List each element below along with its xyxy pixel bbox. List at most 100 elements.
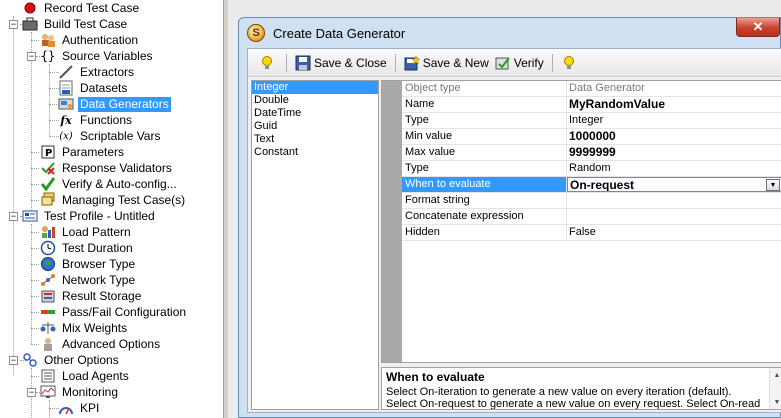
create-data-generator-dialog: S Create Data Generator ✕ Save & Close S… [238,17,781,418]
collapse-other-options-icon[interactable]: − [9,356,18,365]
tree-item-kpi[interactable]: KPI [58,400,101,416]
property-name: Name [402,97,567,112]
list-item-integer[interactable]: Integer [252,81,378,94]
svg-text:P: P [45,148,52,159]
dialog-client-area: Save & Close Save & New Verify Integer D… [247,48,781,413]
tree-item-parameters[interactable]: P Parameters [40,144,126,160]
generator-icon [58,96,74,112]
property-row-max-value[interactable]: Max value 9999999 [402,145,781,161]
lightbulb-icon [259,55,275,71]
property-row-type[interactable]: Type Integer [402,113,781,129]
property-name: Type [402,113,567,128]
verify-label: Verify [513,55,544,70]
tree-item-managing-test-cases[interactable]: Managing Test Case(s) [40,192,187,208]
tree-item-functions[interactable]: fx Functions [58,112,134,128]
tree-item-advanced-options[interactable]: Advanced Options [40,336,162,352]
scroll-down-icon[interactable]: ▼ [770,395,781,409]
toolbar-separator [394,53,396,72]
property-row-hidden[interactable]: Hidden False [402,225,781,241]
tree-item-verify-auto-config[interactable]: Verify & Auto-config... [40,176,179,192]
tree-item-network-type[interactable]: Network Type [40,272,137,288]
min-value-field[interactable]: 1000000 [567,129,781,144]
agents-icon [40,368,56,384]
dropdown-arrow-icon[interactable]: ▼ [766,179,780,191]
users-icon [40,32,56,48]
save-new-icon [404,54,420,71]
tree-item-scriptable-vars[interactable]: (x) Scriptable Vars [58,128,162,144]
help-tip-button[interactable] [256,52,281,74]
list-item-double[interactable]: Double [252,94,378,107]
verify-button[interactable]: Verify [492,52,547,74]
chart-icon [40,224,56,240]
generator-type-list[interactable]: Integer Double DateTime Guid Text Consta… [251,80,379,410]
list-item-guid[interactable]: Guid [252,120,378,133]
concatenate-expression-field[interactable] [567,209,781,224]
description-title: When to evaluate [386,370,485,384]
collapse-source-variables-icon[interactable]: − [27,52,36,61]
profile-icon [22,208,38,224]
property-name: Format string [402,193,567,208]
random-type-value-field[interactable]: Random [567,161,781,176]
close-button[interactable]: ✕ [736,18,780,37]
tree-item-mix-weights[interactable]: Mix Weights [40,320,129,336]
tree-item-load-agents[interactable]: Load Agents [40,368,131,384]
tree-item-datasets[interactable]: Datasets [58,80,129,96]
property-row-random-type[interactable]: Type Random [402,161,781,177]
tree-item-pass-fail-configuration[interactable]: Pass/Fail Configuration [40,304,188,320]
navigation-tree: − − − − − Record Test Case Build Test Ca… [0,0,223,418]
tree-item-other-options[interactable]: Other Options [22,352,121,368]
max-value-field[interactable]: 9999999 [567,145,781,160]
tree-item-result-storage[interactable]: Result Storage [40,288,143,304]
network-icon [40,272,56,288]
type-value-field[interactable]: Integer [567,113,781,128]
when-to-evaluate-selected: On-request [570,178,635,192]
format-string-field[interactable] [567,193,781,208]
tree-item-test-duration[interactable]: Test Duration [40,240,135,256]
collapse-test-profile-icon[interactable]: − [9,212,18,221]
when-to-evaluate-dropdown[interactable]: On-request ▼ [567,177,781,192]
storage-icon [40,288,56,304]
property-name: Hidden [402,225,567,240]
property-row-min-value[interactable]: Min value 1000000 [402,129,781,145]
save-icon [295,55,311,71]
list-item-datetime[interactable]: DateTime [252,107,378,120]
hidden-value-field[interactable]: False [567,225,781,240]
dialog-titlebar[interactable]: S Create Data Generator [239,18,780,48]
checkmark-icon [40,176,56,192]
tree-item-authentication[interactable]: Authentication [40,32,140,48]
description-scrollbar[interactable]: ▲ ▼ [769,368,781,409]
tree-item-data-generators[interactable]: Data Generators [58,96,171,112]
clock-icon [40,240,56,256]
save-new-button[interactable]: Save & New [401,52,492,74]
description-text: Select On-iteration to generate a new va… [386,386,761,410]
tree-item-browser-type[interactable]: Browser Type [40,256,137,272]
braces-icon: {} [40,49,56,63]
tree-item-record-test-case[interactable]: Record Test Case [22,0,141,16]
function-icon: fx [60,113,72,127]
tree-item-build-test-case[interactable]: Build Test Case [22,16,129,32]
tree-item-extractors[interactable]: Extractors [58,64,136,80]
collapse-monitoring-icon[interactable]: − [27,388,36,397]
parameter-icon: P [40,144,56,160]
property-row-concatenate-expression[interactable]: Concatenate expression [402,209,781,225]
property-row-when-to-evaluate[interactable]: When to evaluate On-request ▼ [402,177,781,193]
scroll-up-icon[interactable]: ▲ [770,368,781,382]
tree-item-source-variables[interactable]: {} Source Variables [40,48,155,64]
kpi-icon [58,400,74,416]
script-icon: (x) [59,130,73,142]
tree-item-test-profile[interactable]: Test Profile - Untitled [22,208,157,224]
dataset-icon [58,80,74,96]
tree-item-load-pattern[interactable]: Load Pattern [40,224,133,240]
list-item-text[interactable]: Text [252,133,378,146]
save-close-label: Save & Close [314,55,387,70]
globe-icon [40,256,56,272]
name-value-field[interactable]: MyRandomValue [567,97,781,112]
collapse-build-test-case-icon[interactable]: − [9,20,18,29]
tree-item-response-validators[interactable]: Response Validators [40,160,174,176]
property-row-format-string[interactable]: Format string [402,193,781,209]
save-close-button[interactable]: Save & Close [292,52,390,74]
hint-button[interactable] [558,52,583,74]
tree-item-monitoring[interactable]: Monitoring [40,384,120,400]
list-item-constant[interactable]: Constant [252,146,378,159]
property-row-name[interactable]: Name MyRandomValue [402,97,781,113]
